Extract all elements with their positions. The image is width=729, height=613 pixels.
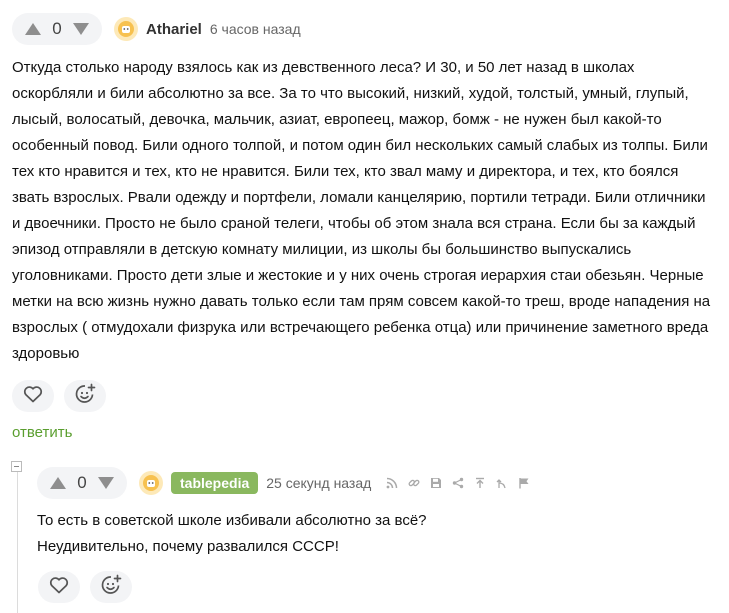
username-badge[interactable]: tablepedia: [171, 472, 259, 494]
downvote-icon[interactable]: [70, 18, 92, 40]
vote-box: 0: [37, 467, 127, 499]
thread-line: [17, 472, 18, 613]
parent-comment-icon[interactable]: [491, 475, 513, 491]
upvote-icon[interactable]: [47, 472, 69, 494]
to-top-icon[interactable]: [469, 475, 491, 491]
rss-icon[interactable]: [381, 475, 403, 491]
reply-line-1: То есть в советской школе избивали абсол…: [37, 512, 427, 529]
comment-text: Откуда столько народу взялось как из дев…: [12, 55, 718, 367]
save-icon[interactable]: [425, 475, 447, 491]
link-icon[interactable]: [403, 475, 425, 491]
reply-link[interactable]: ответить: [12, 424, 72, 441]
heart-icon: [23, 385, 43, 408]
username[interactable]: Athariel: [146, 21, 202, 38]
flag-icon[interactable]: [513, 475, 535, 491]
comment-body: Откуда столько народу взялось как из дев…: [12, 59, 711, 362]
vote-count: 0: [77, 473, 87, 492]
upvote-icon[interactable]: [22, 18, 44, 40]
comment-header: 0 Athariel 6 часов назад: [12, 13, 301, 45]
reply-header: 0 tablepedia 25 секунд назад: [37, 467, 535, 499]
add-emoji-icon: [74, 383, 96, 410]
vote-box: 0: [12, 13, 102, 45]
timestamp[interactable]: 6 часов назад: [210, 21, 301, 37]
like-button[interactable]: [38, 571, 80, 603]
reply-line-2: Неудивительно, почему развалился СССР!: [37, 538, 339, 555]
reaction-button[interactable]: [64, 380, 106, 412]
avatar[interactable]: [139, 471, 163, 495]
comment-tools: [381, 475, 535, 491]
collapse-thread-toggle[interactable]: [11, 461, 22, 472]
reply-text: То есть в советской школе избивали абсол…: [37, 508, 717, 560]
timestamp[interactable]: 25 секунд назад: [266, 475, 371, 491]
share-icon[interactable]: [447, 475, 469, 491]
add-emoji-icon: [100, 574, 122, 601]
heart-icon: [49, 576, 69, 599]
vote-count: 0: [52, 19, 62, 38]
reaction-button[interactable]: [90, 571, 132, 603]
avatar[interactable]: [114, 17, 138, 41]
downvote-icon[interactable]: [95, 472, 117, 494]
like-button[interactable]: [12, 380, 54, 412]
